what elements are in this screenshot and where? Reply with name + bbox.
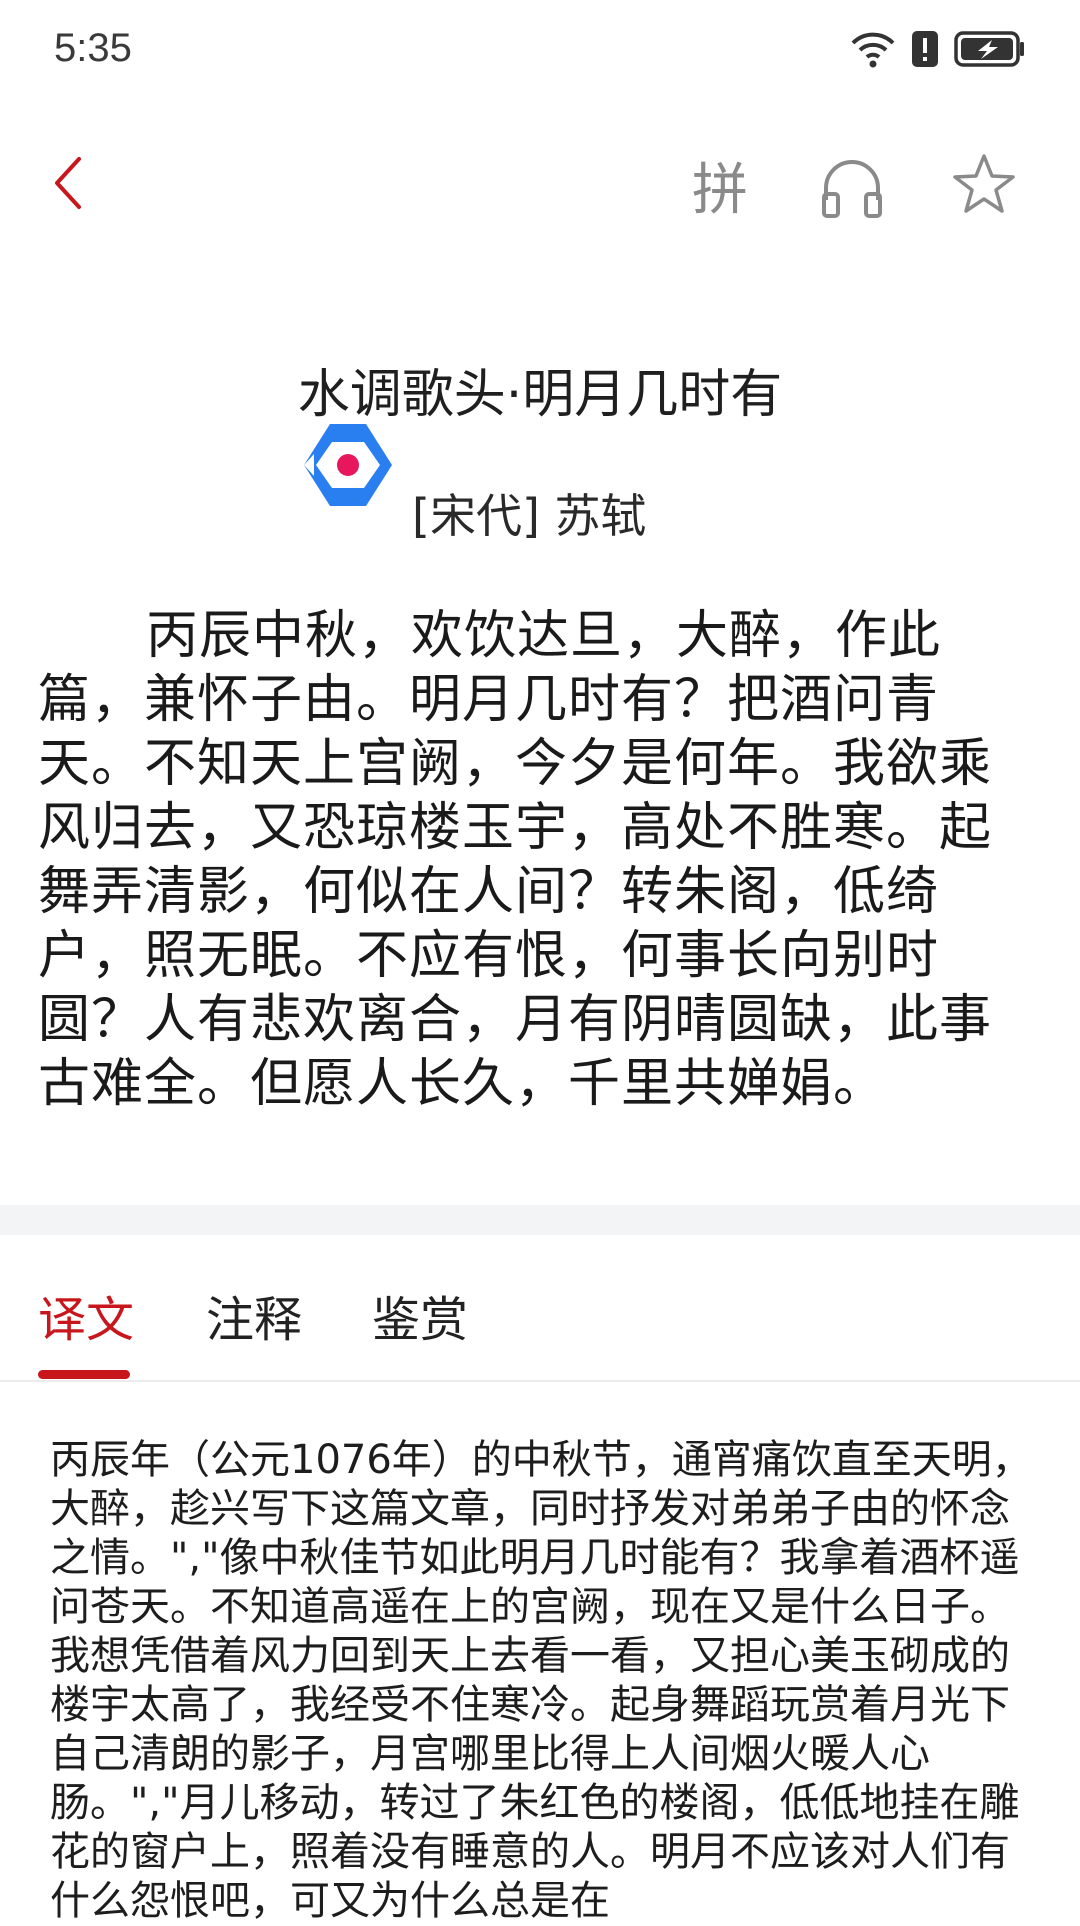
- wifi-icon: [850, 29, 896, 73]
- star-icon: [952, 152, 1016, 220]
- tab-translation[interactable]: 译文: [38, 1280, 134, 1350]
- tab-bar: 译文 注释 鉴赏: [0, 1235, 1080, 1382]
- back-button[interactable]: [34, 150, 104, 220]
- toolbar: 拼: [0, 130, 1080, 240]
- poem-title: 水调歌头·明月几时有: [297, 365, 783, 425]
- section-divider: [0, 1205, 1080, 1235]
- poem-body: 丙辰中秋，欢饮达旦，大醉，作此篇，兼怀子由。明月几时有？把酒问青天。不知天上宫阙…: [38, 606, 993, 1114]
- translation-text: 丙辰年（公元1076年）的中秋节，通宵痛饮直至天明，大醉，趁兴写下这篇文章，同时…: [50, 1437, 1032, 1924]
- status-bar: 5:35: [0, 0, 1080, 100]
- headphones-icon: [820, 156, 884, 224]
- alert-icon: [910, 29, 940, 73]
- status-time: 5:35: [54, 26, 132, 70]
- pinyin-button[interactable]: 拼: [680, 150, 760, 223]
- favorite-button[interactable]: [944, 146, 1024, 226]
- app-logo-icon: [300, 420, 396, 510]
- active-tab-indicator: [38, 1370, 130, 1379]
- back-chevron-icon: [49, 153, 89, 217]
- status-icons: [850, 28, 1026, 74]
- battery-charging-icon: [954, 29, 1026, 73]
- tab-appreciation[interactable]: 鉴赏: [372, 1280, 468, 1350]
- audio-button[interactable]: [812, 150, 892, 230]
- tab-annotation[interactable]: 注释: [206, 1280, 302, 1350]
- poem-author: [宋代] 苏轼: [412, 489, 647, 543]
